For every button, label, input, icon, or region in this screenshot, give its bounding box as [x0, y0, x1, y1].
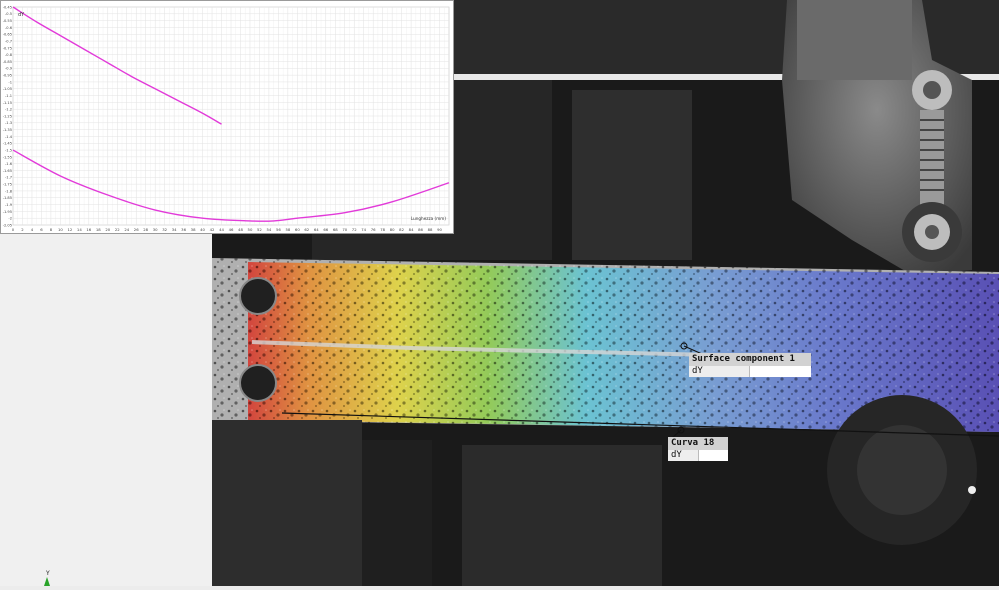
y-tick-label: -0.45 [3, 5, 12, 9]
y-tick-label: -0.85 [3, 60, 12, 64]
y-tick-label: -1.55 [3, 155, 12, 159]
x-tick-label: 0 [12, 227, 15, 232]
x-tick-label: 46 [229, 227, 234, 232]
y-tick-label: -2.05 [3, 223, 12, 227]
y-tick-label: -1.8 [5, 189, 13, 193]
x-tick-label: 62 [304, 227, 309, 232]
y-tick-label: -1.6 [5, 162, 13, 166]
x-tick-label: 88 [428, 227, 433, 232]
x-tick-label: 30 [153, 227, 158, 232]
curve-title: Curva 18 [668, 437, 728, 450]
y-tick-label: -1.3 [5, 121, 12, 125]
y-tick-label: -1.2 [5, 108, 12, 112]
y-tick-label: -0.75 [3, 46, 12, 50]
y-tick-label: -0.5 [5, 12, 12, 16]
x-tick-label: 64 [314, 227, 319, 232]
x-tick-label: 50 [248, 227, 253, 232]
surface-component-row-value [748, 366, 811, 377]
y-tick-label: -0.55 [3, 19, 12, 23]
x-tick-label: 12 [67, 227, 72, 232]
y-tick-label: -0.7 [5, 39, 12, 43]
x-tick-label: 54 [266, 227, 271, 232]
x-tick-label: 40 [200, 227, 205, 232]
x-tick-label: 16 [86, 227, 91, 232]
y-tick-label: -1.1 [5, 94, 12, 98]
y-tick-label: -1.9 [5, 203, 13, 207]
x-tick-label: 80 [390, 227, 395, 232]
y-tick-label: -1.85 [3, 196, 12, 200]
y-tick-label: -1.75 [3, 183, 12, 187]
x-tick-label: 56 [276, 227, 281, 232]
y-tick-label: -2 [8, 217, 12, 221]
x-tick-label: 48 [238, 227, 243, 232]
x-tick-label: 24 [124, 227, 129, 232]
y-tick-label: -1.7 [5, 176, 12, 180]
x-tick-label: 70 [342, 227, 347, 232]
x-tick-label: 82 [399, 227, 404, 232]
y-tick-label: -0.65 [3, 33, 12, 37]
x-tick-label: 6 [40, 227, 43, 232]
x-tick-label: 84 [409, 227, 414, 232]
x-tick-label: 44 [219, 227, 224, 232]
y-tick-label: -1.65 [3, 169, 12, 173]
x-tick-label: 14 [77, 227, 82, 232]
y-tick-label: -0.9 [5, 67, 13, 71]
y-tick-label: -1.4 [5, 135, 13, 139]
x-tick-label: 10 [58, 227, 63, 232]
x-tick-label: 72 [352, 227, 357, 232]
curve-label[interactable]: Curva 18 dY [668, 437, 728, 461]
axis-triad: Y [38, 568, 58, 586]
x-tick-label: 36 [181, 227, 186, 232]
x-tick-label: 28 [143, 227, 148, 232]
x-tick-label: 90 [437, 227, 442, 232]
x-axis-label: Lunghezza (mm) [411, 216, 447, 221]
y-tick-label: -1.95 [3, 210, 12, 214]
y-tick-label: -0.6 [5, 26, 13, 30]
y-tick-label: -1.5 [5, 148, 12, 152]
line-chart: -0.45 -0.5 -0.55 -0.6 -0.65 -0.7 -0.75 -0.8 -0.8… [3, 5, 450, 232]
surface-component-title: Surface component 1 [689, 353, 811, 366]
y-tick-label: -1 [8, 80, 12, 84]
x-tick-label: 86 [418, 227, 423, 232]
x-tick-label: 52 [257, 227, 262, 232]
x-tick-label: 58 [285, 227, 290, 232]
y-axis-arrow-icon [44, 577, 50, 586]
x-tick-label: 18 [96, 227, 101, 232]
y-axis-label: dY [18, 12, 25, 18]
x-tick-label: 78 [380, 227, 385, 232]
y-tick-label: -1.45 [3, 142, 12, 146]
surface-component-row-label: dY [689, 366, 749, 377]
x-tick-label: 68 [333, 227, 338, 232]
y-tick-label: -1.15 [3, 101, 12, 105]
x-tick-label: 60 [295, 227, 300, 232]
x-tick-label: 8 [50, 227, 53, 232]
line-chart-panel[interactable]: -0.45 -0.5 -0.55 -0.6 -0.65 -0.7 -0.75 -0.8 -0.8… [0, 0, 454, 234]
axis-y-label: Y [45, 570, 50, 577]
curve-row-label: dY [668, 450, 698, 461]
y-tick-label: -1.25 [3, 114, 12, 118]
x-tick-label: 66 [323, 227, 328, 232]
x-tick-label: 42 [210, 227, 215, 232]
x-tick-label: 20 [105, 227, 110, 232]
x-tick-label: 38 [191, 227, 196, 232]
x-tick-label: 34 [172, 227, 177, 232]
y-tick-label: -1.35 [3, 128, 12, 132]
x-tick-label: 26 [134, 227, 139, 232]
x-tick-label: 74 [361, 227, 366, 232]
x-tick-label: 22 [115, 227, 120, 232]
x-tick-label: 4 [31, 227, 34, 232]
x-tick-label: 76 [371, 227, 376, 232]
y-tick-label: -1.05 [3, 87, 12, 91]
curve-row-value [697, 450, 728, 461]
y-tick-label: -0.95 [3, 74, 12, 78]
surface-component-label[interactable]: Surface component 1 dY [689, 353, 811, 377]
y-tick-label: -0.8 [5, 53, 13, 57]
x-tick-label: 2 [21, 227, 24, 232]
x-tick-label: 32 [162, 227, 167, 232]
